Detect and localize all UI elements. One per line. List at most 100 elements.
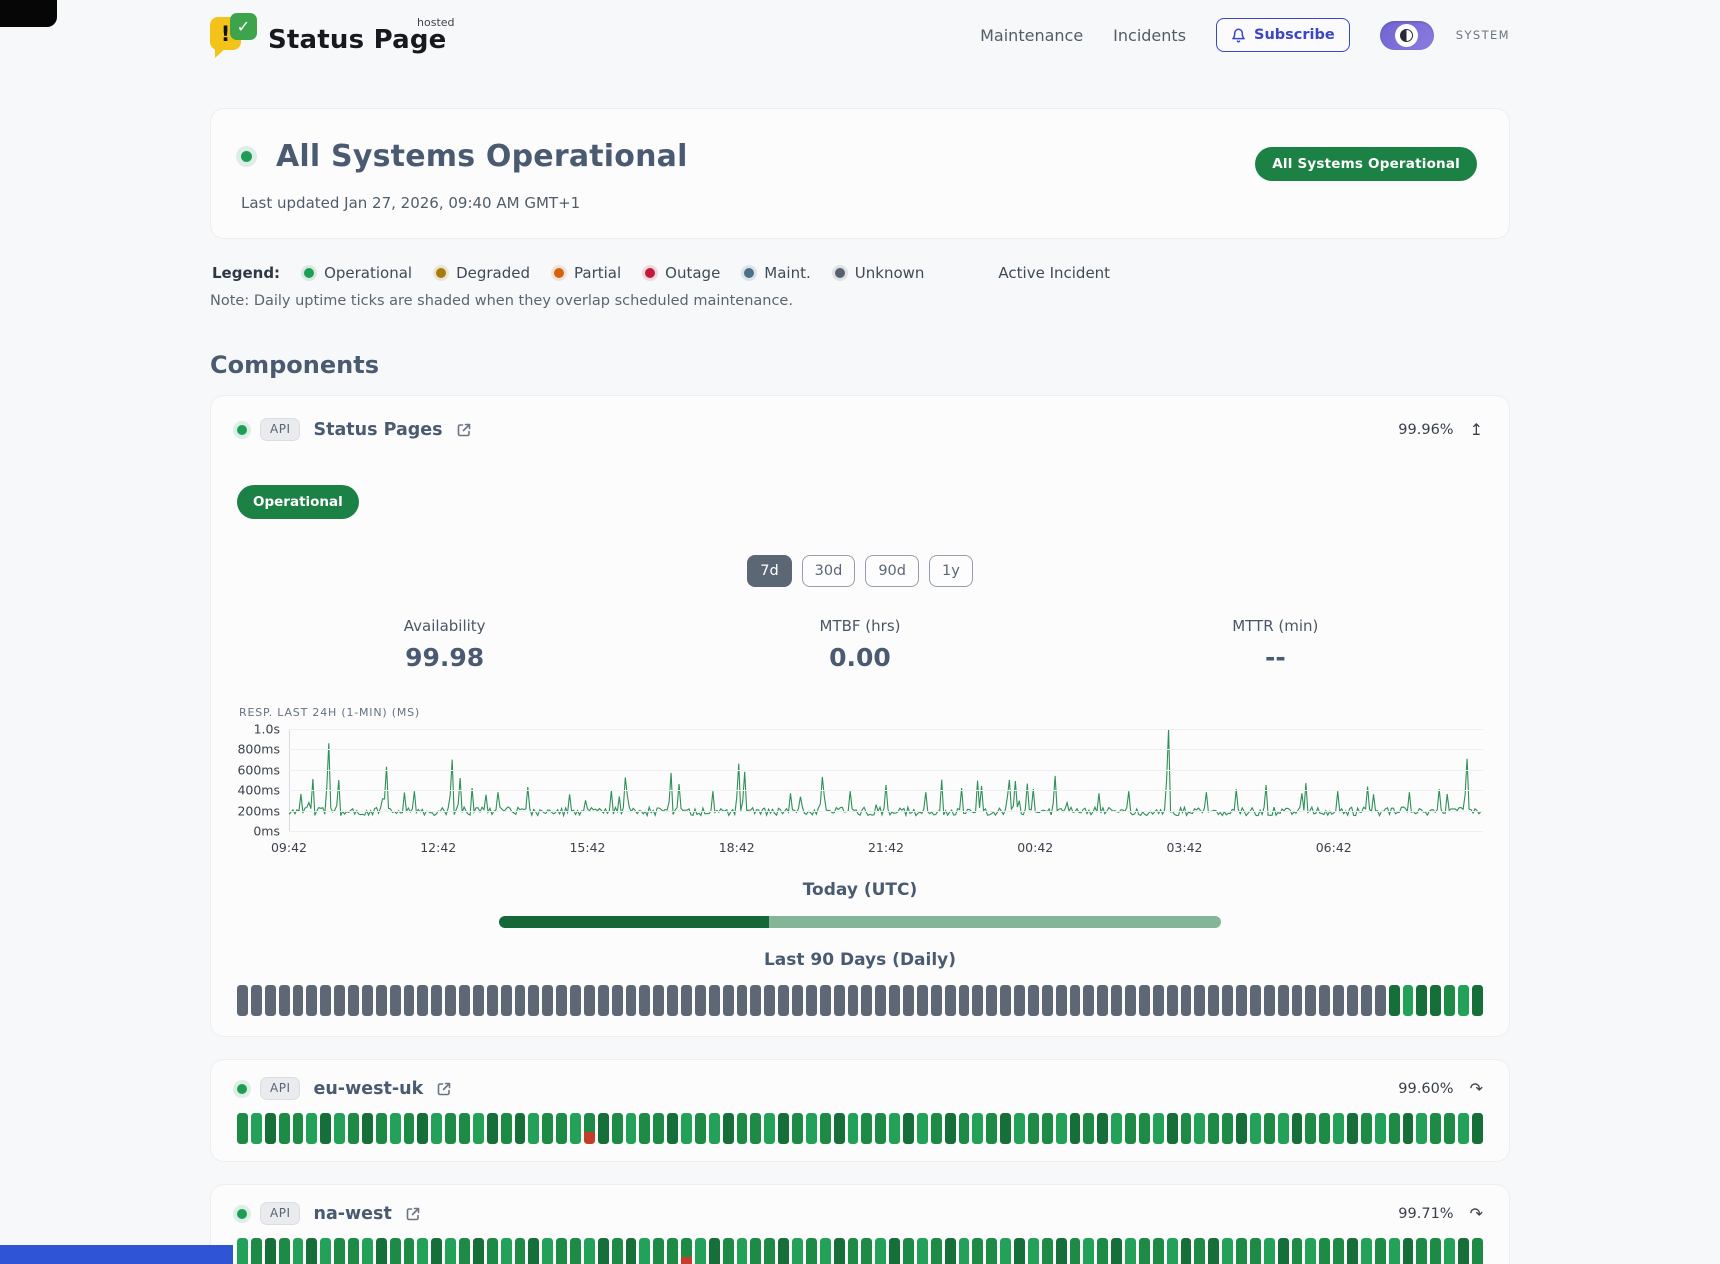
uptime-tick[interactable] xyxy=(1236,1113,1247,1144)
uptime-tick[interactable] xyxy=(1056,1113,1067,1144)
uptime-tick[interactable] xyxy=(570,1238,581,1264)
uptime-tick[interactable] xyxy=(848,1238,859,1264)
uptime-tick[interactable] xyxy=(265,1113,276,1144)
uptime-tick[interactable] xyxy=(1375,1113,1386,1144)
uptime-tick[interactable] xyxy=(1139,1238,1150,1264)
uptime-tick[interactable] xyxy=(584,1113,595,1144)
uptime-tick[interactable] xyxy=(1264,1113,1275,1144)
uptime-tick[interactable] xyxy=(515,1113,526,1144)
uptime-tick[interactable] xyxy=(723,1238,734,1264)
uptime-tick[interactable] xyxy=(1389,1238,1400,1264)
uptime-tick[interactable] xyxy=(1319,1113,1330,1144)
uptime-tick[interactable] xyxy=(1000,1238,1011,1264)
uptime-tick[interactable] xyxy=(542,1113,553,1144)
uptime-tick[interactable] xyxy=(1222,985,1233,1016)
range-button-30d[interactable]: 30d xyxy=(802,555,856,587)
uptime-tick[interactable] xyxy=(889,1238,900,1264)
uptime-tick[interactable] xyxy=(1403,1238,1414,1264)
uptime-tick[interactable] xyxy=(570,985,581,1016)
expand-arrow-icon[interactable]: ↷ xyxy=(1470,1081,1483,1097)
uptime-tick[interactable] xyxy=(348,1238,359,1264)
uptime-tick[interactable] xyxy=(986,1113,997,1144)
uptime-tick[interactable] xyxy=(1305,1238,1316,1264)
uptime-tick[interactable] xyxy=(959,985,970,1016)
uptime-tick[interactable] xyxy=(1444,1113,1455,1144)
uptime-tick[interactable] xyxy=(612,1238,623,1264)
uptime-tick[interactable] xyxy=(945,1113,956,1144)
uptime-tick[interactable] xyxy=(695,1113,706,1144)
uptime-tick[interactable] xyxy=(723,1113,734,1144)
uptime-tick[interactable] xyxy=(639,1113,650,1144)
uptime-tick[interactable] xyxy=(1403,1113,1414,1144)
uptime-tick[interactable] xyxy=(1375,985,1386,1016)
uptime-tick[interactable] xyxy=(667,985,678,1016)
uptime-tick[interactable] xyxy=(390,1113,401,1144)
uptime-tick[interactable] xyxy=(1070,1238,1081,1264)
uptime-tick[interactable] xyxy=(1042,985,1053,1016)
uptime-tick[interactable] xyxy=(334,985,345,1016)
uptime-tick[interactable] xyxy=(917,1238,928,1264)
external-link-icon[interactable] xyxy=(456,422,472,438)
uptime-tick[interactable] xyxy=(362,985,373,1016)
uptime-tick[interactable] xyxy=(320,1113,331,1144)
uptime-tick[interactable] xyxy=(834,1113,845,1144)
uptime-tick[interactable] xyxy=(404,1238,415,1264)
uptime-tick[interactable] xyxy=(362,1238,373,1264)
uptime-tick[interactable] xyxy=(1236,985,1247,1016)
uptime-tick[interactable] xyxy=(889,1113,900,1144)
uptime-tick[interactable] xyxy=(1278,985,1289,1016)
uptime-tick[interactable] xyxy=(1056,985,1067,1016)
uptime-tick[interactable] xyxy=(445,985,456,1016)
uptime-tick[interactable] xyxy=(417,1113,428,1144)
uptime-tick[interactable] xyxy=(1111,1113,1122,1144)
uptime-tick[interactable] xyxy=(1472,1238,1483,1264)
uptime-tick[interactable] xyxy=(584,1238,595,1264)
uptime-tick[interactable] xyxy=(626,985,637,1016)
uptime-tick[interactable] xyxy=(1097,1238,1108,1264)
uptime-tick[interactable] xyxy=(459,1238,470,1264)
uptime-tick[interactable] xyxy=(1347,1113,1358,1144)
uptime-tick[interactable] xyxy=(626,1238,637,1264)
uptime-tick[interactable] xyxy=(1125,1113,1136,1144)
uptime-tick[interactable] xyxy=(709,1113,720,1144)
uptime-tick[interactable] xyxy=(1097,1113,1108,1144)
uptime-tick[interactable] xyxy=(473,1113,484,1144)
uptime-tick[interactable] xyxy=(584,985,595,1016)
uptime-tick[interactable] xyxy=(792,1113,803,1144)
uptime-tick[interactable] xyxy=(931,1113,942,1144)
uptime-tick[interactable] xyxy=(542,985,553,1016)
uptime-tick[interactable] xyxy=(487,1238,498,1264)
uptime-tick[interactable] xyxy=(348,1113,359,1144)
uptime-tick[interactable] xyxy=(1333,1113,1344,1144)
uptime-tick[interactable] xyxy=(1292,985,1303,1016)
uptime-tick[interactable] xyxy=(695,985,706,1016)
uptime-tick[interactable] xyxy=(792,985,803,1016)
uptime-tick[interactable] xyxy=(598,1113,609,1144)
uptime-tick[interactable] xyxy=(820,1113,831,1144)
uptime-tick[interactable] xyxy=(1042,1113,1053,1144)
uptime-tick[interactable] xyxy=(1028,1238,1039,1264)
uptime-tick[interactable] xyxy=(1083,985,1094,1016)
collapse-arrow-icon[interactable]: ↥ xyxy=(1470,422,1483,438)
uptime-tick[interactable] xyxy=(473,1238,484,1264)
uptime-tick[interactable] xyxy=(501,985,512,1016)
uptime-tick[interactable] xyxy=(293,1238,304,1264)
uptime-tick[interactable] xyxy=(667,1238,678,1264)
uptime-tick[interactable] xyxy=(1070,1113,1081,1144)
uptime-tick[interactable] xyxy=(1014,1238,1025,1264)
uptime-tick[interactable] xyxy=(709,1238,720,1264)
uptime-tick[interactable] xyxy=(709,985,720,1016)
uptime-tick[interactable] xyxy=(959,1238,970,1264)
uptime-tick[interactable] xyxy=(1153,1238,1164,1264)
uptime-tick[interactable] xyxy=(404,985,415,1016)
external-link-icon[interactable] xyxy=(436,1081,452,1097)
uptime-tick[interactable] xyxy=(515,1238,526,1264)
uptime-tick[interactable] xyxy=(334,1113,345,1144)
uptime-tick[interactable] xyxy=(598,1238,609,1264)
uptime-tick[interactable] xyxy=(1056,1238,1067,1264)
uptime-tick[interactable] xyxy=(1097,985,1108,1016)
uptime-tick[interactable] xyxy=(764,1113,775,1144)
uptime-tick[interactable] xyxy=(639,985,650,1016)
uptime-tick[interactable] xyxy=(1042,1238,1053,1264)
uptime-tick[interactable] xyxy=(875,1238,886,1264)
